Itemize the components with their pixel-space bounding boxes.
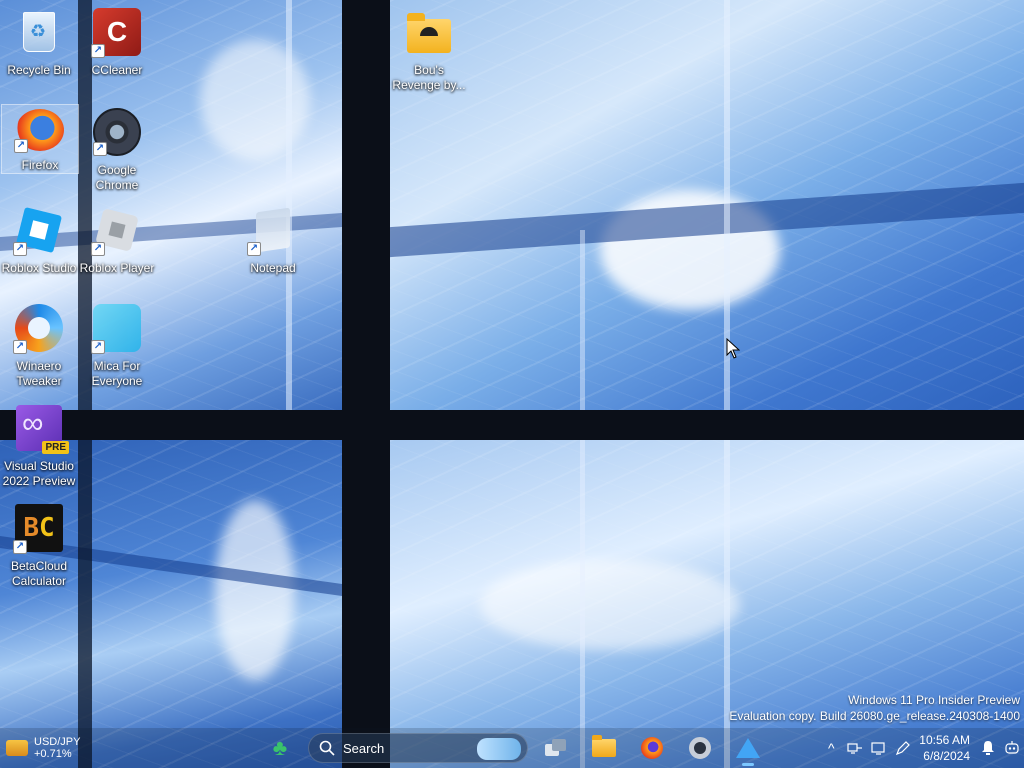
clover-icon: ♣ <box>272 735 288 760</box>
desktop-icon-roblox-studio[interactable]: ↗ Roblox Studio <box>0 202 78 298</box>
desktop-icon-bous-revenge[interactable]: Bou's Revenge by... <box>390 4 468 100</box>
desktop-icon-label: Recycle Bin <box>7 63 71 77</box>
notifications-button[interactable] <box>976 730 1000 766</box>
desktop-icon-label: Mica For Everyone <box>91 359 143 388</box>
desktop-icon-label: Roblox Studio <box>1 261 77 275</box>
desktop-icon-roblox-player[interactable]: ↗ Roblox Player <box>78 202 156 298</box>
mica-for-everyone-icon: ↗ <box>91 304 141 354</box>
widget-change: +0.71% <box>34 748 72 760</box>
preview-badge: PRE <box>42 441 69 454</box>
shortcut-arrow-icon: ↗ <box>13 340 27 354</box>
winaero-tweaker-icon: ↗ <box>13 304 63 354</box>
search-label: Search <box>343 740 385 756</box>
copilot-button[interactable] <box>1000 730 1024 766</box>
window-frame-bar <box>724 0 730 768</box>
pen-icon <box>896 741 911 756</box>
search-highlight-image <box>477 738 521 760</box>
clock-date: 6/8/2024 <box>923 749 970 763</box>
mica-for-everyone-icon <box>736 738 760 758</box>
chevron-up-icon: ^ <box>828 740 835 756</box>
wallpaper-light <box>480 560 740 650</box>
desktop-icon-label: Firefox <box>21 158 59 172</box>
desktop-icon-notepad[interactable]: ↗ Notepad <box>234 202 312 298</box>
settings-taskbar-button[interactable] <box>680 730 720 766</box>
shortcut-arrow-icon: ↗ <box>91 242 105 256</box>
shortcut-arrow-icon: ↗ <box>13 242 27 256</box>
evaluation-watermark: Windows 11 Pro Insider Preview Evaluatio… <box>729 692 1020 724</box>
file-explorer-button[interactable] <box>584 730 624 766</box>
shortcut-arrow-icon: ↗ <box>13 540 27 554</box>
folder-icon <box>405 8 453 56</box>
bell-icon <box>982 741 994 755</box>
visual-studio-icon: PRE <box>15 404 69 454</box>
firefox-icon: ↗ <box>14 109 64 153</box>
roblox-player-icon: ↗ <box>91 206 141 256</box>
shortcut-arrow-icon: ↗ <box>14 139 28 153</box>
task-view-icon <box>545 739 567 757</box>
watermark-edition: Windows 11 Pro Insider Preview <box>848 693 1020 707</box>
pen-menu-button[interactable] <box>891 730 915 766</box>
shortcut-arrow-icon: ↗ <box>247 242 261 256</box>
network-button[interactable] <box>843 730 867 766</box>
taskbar: USD/JPY +0.71% ♣ Search ^ 10:56 AM 6/8/2… <box>0 728 1024 768</box>
betacloud-glyph-b: B <box>23 513 39 543</box>
desktop-icon-recycle-bin[interactable]: Recycle Bin <box>0 4 78 100</box>
desktop-icon-ccleaner[interactable]: C ↗ CCleaner <box>78 4 156 100</box>
roblox-studio-icon: ↗ <box>13 206 63 256</box>
taskbar-apps: ♣ Search <box>260 728 768 768</box>
shortcut-arrow-icon: ↗ <box>91 340 105 354</box>
notepad-icon: ↗ <box>247 206 297 256</box>
desktop-icon-label: Bou's Revenge by... <box>392 63 466 92</box>
file-explorer-icon <box>592 735 616 757</box>
window-frame-bar <box>580 230 585 768</box>
shortcut-arrow-icon: ↗ <box>91 44 105 58</box>
betacloud-glyph-c: C <box>39 513 55 543</box>
desktop-icon-label: BetaCloud Calculator <box>10 559 68 588</box>
widget-currency-pair: USD/JPY <box>34 736 81 748</box>
system-tray: ^ 10:56 AM 6/8/2024 <box>819 728 1024 768</box>
watermark-build: Evaluation copy. Build 26080.ge_release.… <box>729 709 1020 723</box>
show-hidden-icons-button[interactable]: ^ <box>819 730 843 766</box>
currency-icon <box>6 740 28 756</box>
window-frame-bar <box>0 410 1024 440</box>
desktop-icon-visual-studio-2022-preview[interactable]: PRE Visual Studio 2022 Preview <box>0 400 78 496</box>
network-icon <box>847 743 863 754</box>
firefox-taskbar-button[interactable] <box>632 730 672 766</box>
ccleaner-icon: C ↗ <box>91 8 141 58</box>
desktop-icon-label: CCleaner <box>91 63 143 77</box>
recycle-bin-icon <box>15 8 63 56</box>
copilot-icon <box>1005 741 1019 754</box>
widgets-button[interactable]: USD/JPY +0.71% <box>6 732 96 764</box>
desktop-icon-label: Roblox Player <box>79 261 155 275</box>
mica-for-everyone-taskbar-button[interactable] <box>728 730 768 766</box>
desktop-icon-google-chrome[interactable]: ↗ Google Chrome <box>78 104 156 200</box>
wallpaper-light <box>215 500 295 680</box>
desktop-icon-winaero-tweaker[interactable]: ↗ Winaero Tweaker <box>0 300 78 396</box>
desktop-icon-firefox[interactable]: ↗ Firefox <box>1 104 79 174</box>
firefox-icon <box>641 737 663 759</box>
chrome-icon: ↗ <box>93 108 141 156</box>
desktop-icon-label: Visual Studio 2022 Preview <box>2 459 76 488</box>
start-button[interactable]: ♣ <box>260 730 300 766</box>
search-icon <box>319 740 335 756</box>
desktop-icon-label: Notepad <box>250 261 296 275</box>
task-view-button[interactable] <box>536 730 576 766</box>
display-button[interactable] <box>867 730 891 766</box>
shortcut-arrow-icon: ↗ <box>93 142 107 156</box>
display-icon <box>871 742 885 755</box>
search-box[interactable]: Search <box>308 733 528 763</box>
wallpaper-light <box>200 40 310 160</box>
window-frame-bar <box>342 0 390 768</box>
desktop-icon-label: Winaero Tweaker <box>16 359 62 388</box>
clock-button[interactable]: 10:56 AM 6/8/2024 <box>915 732 976 764</box>
desktop-icon-label: Google Chrome <box>95 163 139 192</box>
betacloud-calculator-icon: BC ↗ <box>13 504 63 554</box>
desktop-icon-betacloud-calculator[interactable]: BC ↗ BetaCloud Calculator <box>0 500 78 596</box>
settings-icon <box>689 737 711 759</box>
desktop-icon-mica-for-everyone[interactable]: ↗ Mica For Everyone <box>78 300 156 396</box>
clock-time: 10:56 AM <box>919 733 970 747</box>
